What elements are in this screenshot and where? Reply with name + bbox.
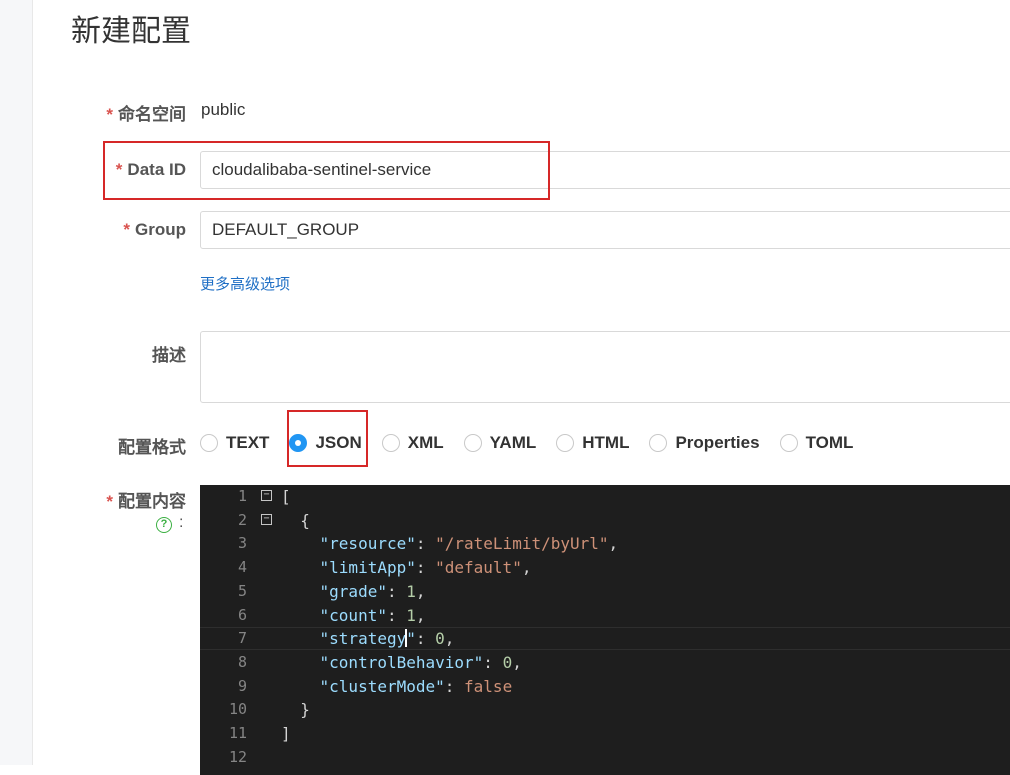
format-label: 配置格式 [118, 438, 186, 457]
content-label: * 配置内容 [106, 492, 186, 511]
description-label: 描述 [152, 346, 186, 365]
line-number: 4 [237, 558, 247, 577]
page-title: 新建配置 [71, 15, 191, 48]
format-option-text[interactable]: TEXT [200, 433, 269, 453]
line-number: 10 [228, 700, 247, 719]
radio-circle-icon [779, 434, 798, 452]
current-line-highlight [200, 627, 1010, 650]
group-input[interactable]: DEFAULT_GROUP [200, 211, 1010, 249]
editor-line: 12 [200, 746, 1010, 770]
more-advanced-options-link[interactable]: 更多高级选项 [200, 273, 290, 294]
format-option-toml[interactable]: TOML [779, 433, 853, 453]
radio-circle-icon [200, 434, 218, 452]
content-colon: : [179, 514, 184, 531]
format-option-json[interactable]: JSON [289, 433, 362, 453]
group-label: * Group [123, 220, 186, 239]
required-mark: * [106, 105, 113, 124]
radio-circle-icon [381, 434, 400, 452]
format-radio-group: TEXT JSON XML YAML HTML Properties TOML [200, 430, 873, 456]
fold-toggle-icon[interactable]: − [261, 513, 272, 525]
radio-circle-icon [649, 434, 668, 452]
editor-line: 10 } [200, 698, 1010, 722]
line-number: 9 [237, 676, 247, 695]
editor-line: 9 "clusterMode": false [200, 675, 1010, 699]
data-id-input[interactable]: cloudalibaba-sentinel-service [200, 151, 1010, 189]
format-option-yaml[interactable]: YAML [463, 433, 536, 453]
editor-line: 11 ] [200, 722, 1010, 746]
editor-line: 3 "resource": "/rateLimit/byUrl", [200, 532, 1010, 556]
required-mark: * [106, 492, 113, 511]
line-number: 1 [237, 487, 247, 505]
radio-circle-icon [463, 434, 482, 452]
namespace-label: * 命名空间 [106, 105, 186, 124]
format-option-properties[interactable]: Properties [649, 433, 760, 453]
namespace-value: public [201, 100, 246, 119]
editor-line: 2 − { [200, 509, 1010, 533]
data-id-label: * Data ID [115, 160, 186, 179]
required-mark: * [123, 220, 130, 239]
editor-line: 8 "controlBehavior": 0, [200, 651, 1010, 675]
line-number: 11 [228, 724, 247, 742]
format-option-xml[interactable]: XML [381, 433, 444, 453]
fold-toggle-icon[interactable]: − [261, 490, 272, 501]
radio-checked-icon [289, 434, 308, 452]
editor-line: 5 "grade": 1, [200, 580, 1010, 604]
left-gutter [0, 0, 33, 765]
format-option-html[interactable]: HTML [556, 433, 629, 453]
line-number: 3 [237, 534, 247, 553]
radio-circle-icon [556, 434, 575, 452]
editor-line: 1 − [ [200, 485, 1010, 509]
line-number: 12 [228, 747, 247, 766]
line-number: 6 [237, 605, 247, 624]
line-number: 5 [237, 581, 247, 600]
required-mark: * [115, 160, 123, 179]
editor-line: 6 "count": 1, [200, 604, 1010, 628]
description-textarea[interactable] [200, 331, 1010, 403]
editor-line: 4 "limitApp": "default", [200, 556, 1010, 580]
question-circle-icon[interactable]: ? [156, 517, 172, 533]
line-number: 8 [237, 652, 247, 671]
line-number: 2 [237, 510, 247, 529]
